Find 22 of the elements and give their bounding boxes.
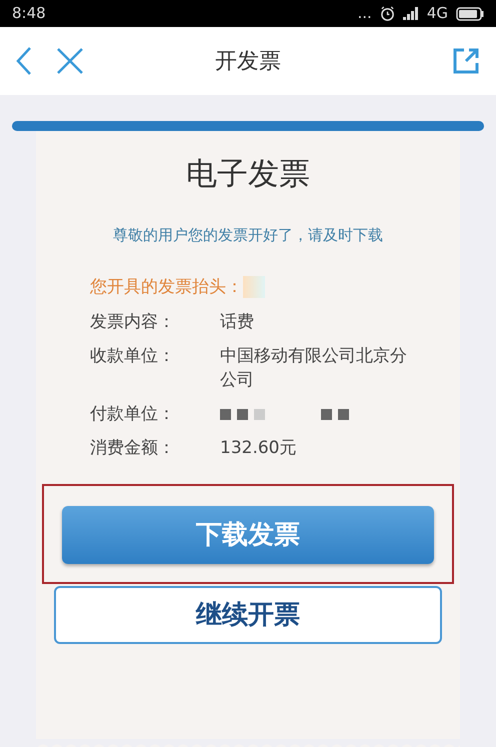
invoice-title: 电子发票 [186,155,310,194]
redacted-mark [243,276,265,298]
network-label: 4G [426,3,448,24]
field-label: 消费金额： [90,437,176,460]
close-icon[interactable] [56,47,84,75]
continue-button[interactable]: 继续开票 [54,586,442,644]
field-value: 132.60元 [220,437,298,460]
alarm-icon [380,6,395,21]
field-value: 中国移动有限公司北京分公司 [220,345,408,392]
clock: 8:48 [12,3,46,24]
page-title: 开发票 [215,48,281,76]
message-text: 尊敬的用户您的发票开好了，请及时下载 [113,224,383,246]
notification-dots: ... [358,3,372,24]
share-icon[interactable] [452,47,480,75]
battery-icon [456,6,484,20]
field-label: 付款单位： [90,403,176,426]
signal-icon [402,7,419,20]
field-label: 发票内容： [90,311,176,334]
back-icon[interactable] [16,46,32,76]
header-label: 您开具的发票抬头： [90,276,243,298]
field-label: 收款单位： [90,345,176,368]
field-value: 话费 [220,311,255,334]
